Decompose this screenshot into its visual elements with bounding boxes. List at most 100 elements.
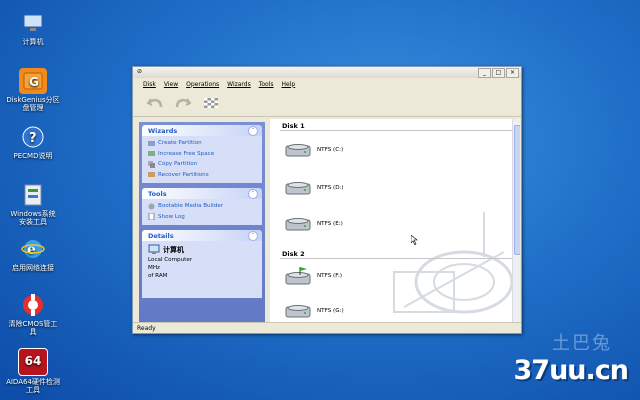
details-panel: Details ˄ 计算机 Local Computer MHz of RAM — [142, 230, 262, 298]
disk-1-title: Disk 1 — [282, 122, 305, 130]
volume-label: NTFS (E:) — [317, 221, 343, 227]
background-hdd-illustration — [393, 212, 514, 314]
wizards-panel-header[interactable]: Wizards ˄ — [142, 125, 262, 136]
aida64-icon: 64 — [18, 348, 48, 376]
volume-f[interactable]: NTFS (F:) — [284, 267, 342, 285]
task-bootable-media-builder[interactable]: Bootable Media Builder — [148, 201, 258, 212]
log-icon — [148, 213, 155, 221]
task-label: Bootable Media Builder — [158, 203, 223, 210]
desktop-icon-aida64[interactable]: 64 AIDA64硬件检测 工具 — [2, 348, 64, 394]
desktop-icon-network[interactable]: e 启用网络连接 — [2, 236, 64, 272]
menu-view[interactable]: View — [164, 81, 178, 88]
menu-tools[interactable]: Tools — [259, 81, 274, 88]
desktop-icon-label: 计算机 — [22, 38, 44, 46]
volume-e[interactable]: NTFS (E:) — [284, 215, 343, 233]
desktop-icon-label: DiskGenius分区 — [6, 96, 60, 104]
watermark-logo-text: 土巴兔 — [552, 333, 612, 354]
vertical-scrollbar[interactable] — [512, 119, 520, 322]
maximize-button[interactable]: □ — [492, 68, 505, 78]
volume-label: NTFS (G:) — [317, 308, 344, 314]
task-show-log[interactable]: Show Log — [148, 212, 258, 223]
create-partition-icon — [148, 140, 155, 146]
menu-disk[interactable]: Disk — [143, 81, 156, 88]
volume-label: NTFS (F:) — [317, 273, 343, 279]
undo-icon — [146, 98, 163, 108]
task-label: Increase Free Space — [158, 150, 215, 157]
task-recover-partitions[interactable]: Recover Partitions — [148, 170, 258, 181]
volume-label: NTFS (C:) — [317, 147, 344, 153]
desktop-icon-label-line2: 工具 — [26, 386, 40, 395]
help-icon: ? — [19, 124, 47, 150]
divider — [280, 258, 515, 259]
menu-wizards[interactable]: Wizards — [227, 81, 251, 88]
computer-icon — [148, 244, 160, 254]
details-panel-body: 计算机 Local Computer MHz of RAM — [142, 241, 262, 298]
task-increase-free-space[interactable]: Increase Free Space — [148, 149, 258, 160]
desktop-icon-computer[interactable]: 计算机 — [2, 10, 64, 46]
hard-drive-icon — [285, 182, 311, 195]
menu-bar: Disk View Operations Wizards Tools Help — [133, 78, 521, 90]
redo-button[interactable] — [173, 94, 193, 112]
details-computer: 计算机 — [148, 243, 258, 256]
details-panel-title: Details — [148, 231, 174, 240]
volume-c[interactable]: NTFS (C:) — [284, 141, 343, 159]
mouse-cursor-icon — [411, 235, 418, 245]
desktop-icon-label: PECMD说明 — [13, 152, 53, 160]
desktop-icon-windows-install[interactable]: Windows系统 安装工具 — [2, 182, 64, 226]
desktop-icon-label-line2: 具 — [29, 328, 37, 337]
status-bar: Ready — [133, 322, 521, 333]
task-copy-partition[interactable]: Copy Partition — [148, 159, 258, 170]
installer-icon — [19, 182, 47, 208]
volume-d[interactable]: NTFS (D:) — [284, 179, 344, 197]
watermark-site: 37uu.cn — [513, 355, 629, 386]
desktop-icon-cmos[interactable]: 清除CMOS管工 具 — [2, 292, 64, 336]
wizards-panel-body: Create Partition Increase Free Space Cop… — [142, 136, 262, 183]
task-label: Show Log — [158, 213, 185, 220]
wizards-panel: Wizards ˄ Create Partition Increase Free… — [142, 125, 262, 183]
hard-drive-icon — [285, 144, 311, 157]
desktop-icon-pecmd[interactable]: ? PECMD说明 — [2, 124, 64, 160]
tools-panel-header[interactable]: Tools ˄ — [142, 188, 262, 199]
ie-icon: e — [19, 236, 47, 262]
desktop-icon-label-line2: 安装工具 — [19, 218, 47, 227]
desktop-icon-label: Windows系统 — [10, 210, 56, 218]
volume-g[interactable]: NTFS (G:) — [284, 302, 344, 320]
disk-view: Disk 1 NTFS (C:) NTFS (D:) NTFS (E:) Dis… — [270, 119, 520, 322]
desktop-icon-label: 清除CMOS管工 — [8, 320, 58, 328]
menu-operations[interactable]: Operations — [186, 81, 219, 88]
collapse-icon[interactable]: ˄ — [248, 125, 258, 136]
commit-button[interactable] — [201, 94, 221, 112]
desktop-icon-label: AIDA64硬件检测 — [6, 378, 60, 386]
disk-2-title: Disk 2 — [282, 250, 305, 258]
app-window: ⊘ _ □ × Disk View Operations Wizards Too… — [132, 66, 522, 334]
desktop-icon-diskgenius[interactable]: G DiskGenius分区 盘管理 — [2, 68, 64, 112]
checkered-flag-icon — [204, 98, 218, 108]
task-label: Recover Partitions — [158, 171, 209, 178]
details-line: of RAM — [148, 273, 168, 279]
wizards-panel-title: Wizards — [148, 126, 178, 135]
menu-help[interactable]: Help — [282, 81, 296, 88]
undo-button[interactable] — [145, 94, 165, 112]
minimize-button[interactable]: _ — [478, 68, 491, 78]
redo-icon — [175, 98, 192, 108]
divider — [280, 130, 515, 131]
bootable-media-icon — [148, 203, 155, 210]
collapse-icon[interactable]: ˄ — [248, 230, 258, 241]
task-sidebar: Wizards ˄ Create Partition Increase Free… — [139, 122, 265, 322]
desktop-icon-label-line2: 盘管理 — [22, 104, 44, 113]
recover-partitions-icon — [148, 172, 155, 178]
task-label: Copy Partition — [158, 161, 198, 168]
close-button[interactable]: × — [506, 68, 519, 78]
title-bar[interactable]: ⊘ _ □ × — [133, 67, 521, 78]
computer-icon — [19, 10, 47, 36]
details-panel-header[interactable]: Details ˄ — [142, 230, 262, 241]
task-label: Create Partition — [158, 140, 202, 147]
task-create-partition[interactable]: Create Partition — [148, 138, 258, 149]
scrollbar-thumb[interactable] — [514, 125, 520, 255]
volume-label: NTFS (D:) — [317, 185, 344, 191]
tools-panel-title: Tools — [148, 189, 167, 198]
collapse-icon[interactable]: ˄ — [248, 188, 258, 199]
details-line: MHz — [148, 265, 160, 271]
details-computer-name: 计算机 — [163, 245, 184, 254]
tools-panel-body: Bootable Media Builder Show Log — [142, 199, 262, 225]
